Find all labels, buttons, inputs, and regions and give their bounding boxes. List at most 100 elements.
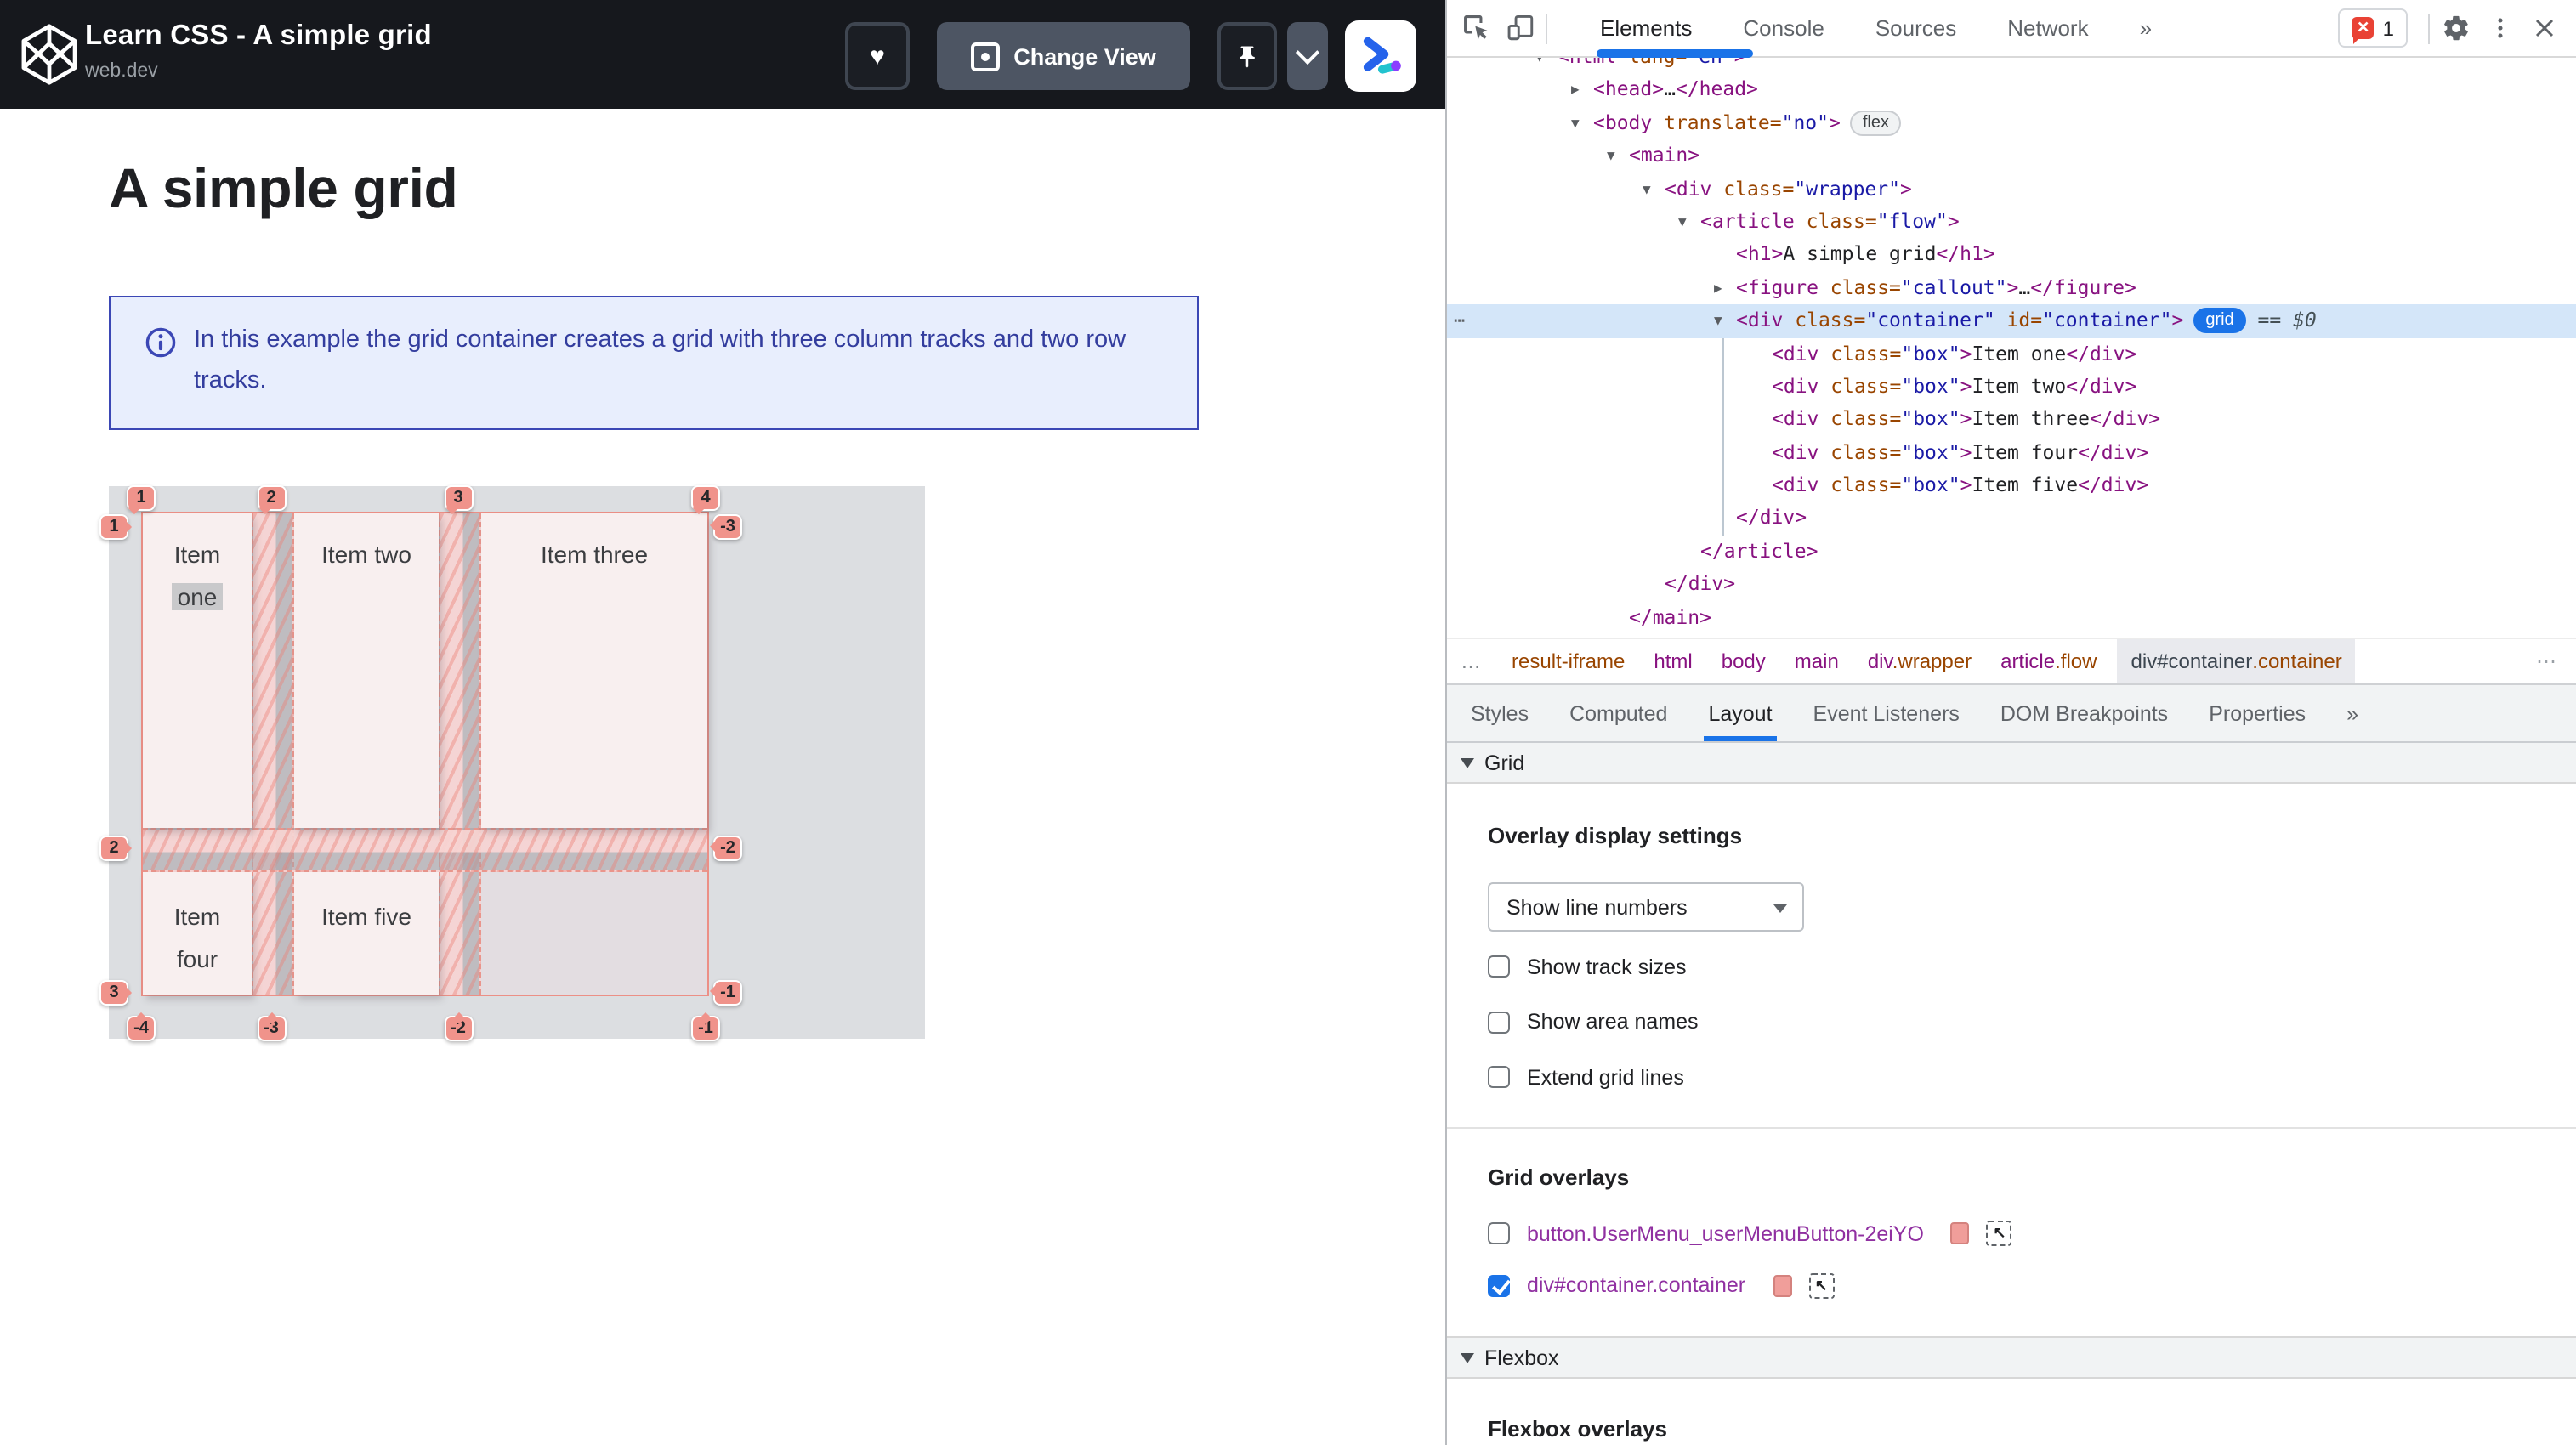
breadcrumb-more-right[interactable]: ⋯ — [2536, 649, 2559, 673]
chevron-down-icon — [1773, 904, 1787, 913]
dom-tree-row[interactable]: ▼ <main> — [1447, 139, 2576, 173]
codepen-logo-icon[interactable] — [17, 22, 82, 87]
checkbox[interactable] — [1488, 955, 1510, 978]
dom-tree-row[interactable]: </article> — [1447, 536, 2576, 569]
chevron-down-icon — [1461, 1352, 1474, 1363]
dom-tree-row[interactable]: <div class="box">Item one</div> — [1447, 337, 2576, 371]
dom-tree-row[interactable]: </div> — [1447, 569, 2576, 602]
checkbox[interactable] — [1488, 1011, 1510, 1033]
dom-tree-row[interactable]: ▶ <figure class="callout">…</figure> — [1447, 271, 2576, 304]
checkbox-show-area-names[interactable]: Show area names — [1488, 1009, 1699, 1034]
kebab-menu-icon[interactable] — [2477, 6, 2522, 50]
node-more-actions[interactable]: ⋯ — [1454, 304, 1467, 337]
expand-arrow-icon[interactable]: ▼ — [1607, 139, 1629, 173]
grid-line-badge: -2 — [444, 1016, 473, 1041]
flexbox-section-header[interactable]: Flexbox — [1447, 1336, 2576, 1379]
breadcrumb-item[interactable]: article.flow — [2000, 649, 2097, 673]
breadcrumb-item[interactable]: body — [1722, 649, 1766, 673]
grid-line-badge: -1 — [691, 1016, 720, 1041]
expand-arrow-icon[interactable]: ▼ — [1714, 304, 1736, 337]
overlay-checkbox[interactable] — [1488, 1222, 1510, 1244]
overlay-selector-label[interactable]: button.UserMenu_userMenuButton-2eiYO — [1527, 1221, 1924, 1245]
line-numbers-select[interactable]: Show line numbers — [1488, 882, 1804, 932]
page-title: A simple grid — [109, 156, 458, 219]
breadcrumb-item[interactable]: html — [1654, 649, 1692, 673]
tab-console[interactable]: Console — [1717, 15, 1849, 41]
dom-tree-row[interactable]: </main> — [1447, 601, 2576, 634]
flexbox-section-label: Flexbox — [1484, 1346, 1559, 1369]
grid-row-gap — [143, 828, 707, 872]
pick-element-icon[interactable]: ↖ — [1808, 1272, 1835, 1298]
overlay-selector-label[interactable]: div#container.container — [1527, 1273, 1745, 1297]
dom-tree-row[interactable]: ▼ <body translate="no"> flex — [1447, 107, 2576, 140]
pin-icon — [1240, 45, 1255, 67]
dom-tree-row[interactable]: <div class="box">Item five</div> — [1447, 469, 2576, 502]
expand-arrow-icon[interactable]: ▶ — [1714, 271, 1736, 304]
more-options-button[interactable] — [1287, 22, 1328, 90]
close-icon[interactable] — [2522, 6, 2566, 50]
tab-eventlisteners[interactable]: Event Listeners — [1793, 685, 1980, 741]
dom-tree-row[interactable]: ▼ <article class="flow"> — [1447, 206, 2576, 239]
toolbar-separator-2 — [2428, 13, 2430, 43]
inspect-icon[interactable] — [1454, 6, 1498, 50]
tab-elements[interactable]: Elements — [1575, 15, 1717, 41]
error-count: 1 — [2382, 16, 2394, 40]
pick-element-icon[interactable]: ↖ — [1986, 1221, 2012, 1246]
breadcrumb-more-left[interactable]: … — [1461, 649, 1483, 673]
expand-arrow-icon[interactable]: ▼ — [1571, 107, 1593, 140]
dom-tree-row[interactable]: ▶ <head>…</head> — [1447, 74, 2576, 107]
checkbox-extend-grid-lines[interactable]: Extend grid lines — [1488, 1064, 1684, 1090]
grid-section-label: Grid — [1484, 751, 1525, 774]
embed-subtitle[interactable]: web.dev — [85, 61, 158, 82]
select-value: Show line numbers — [1506, 895, 1688, 919]
dom-tree-row[interactable]: </div> — [1447, 502, 2576, 536]
tab-network[interactable]: Network — [1982, 15, 2114, 41]
error-count-badge[interactable]: ✕ 1 — [2338, 8, 2408, 48]
breadcrumb-item[interactable]: div.wrapper — [1868, 649, 1972, 673]
partner-logo-button[interactable] — [1345, 20, 1416, 92]
checkbox-show-track-sizes[interactable]: Show track sizes — [1488, 954, 1687, 979]
dom-tree-row[interactable]: <div class="box">Item four</div> — [1447, 436, 2576, 469]
tab-sources[interactable]: Sources — [1850, 15, 1982, 41]
grid-item-item-five: Item five — [294, 872, 439, 994]
dom-tree-row[interactable]: ▼ <div class="wrapper"> — [1447, 173, 2576, 206]
dom-tree-row[interactable]: <div class="box">Item three</div> — [1447, 404, 2576, 437]
tab-[interactable]: » — [2114, 15, 2177, 41]
tab-dombreakpoints[interactable]: DOM Breakpoints — [1980, 685, 2188, 741]
expand-arrow-icon[interactable]: ▼ — [1678, 206, 1700, 239]
grid-section-header[interactable]: Grid — [1447, 743, 2576, 784]
tab-properties[interactable]: Properties — [2188, 685, 2326, 741]
tab-layout[interactable]: Layout — [1688, 685, 1792, 741]
device-toolbar-icon[interactable] — [1498, 6, 1542, 50]
flex-badge[interactable]: flex — [1850, 110, 1901, 136]
overlay-checkbox[interactable] — [1488, 1274, 1510, 1296]
tab-[interactable]: » — [2326, 685, 2379, 741]
grid-column-gap — [252, 513, 294, 994]
breadcrumb-item[interactable]: result-iframe — [1512, 649, 1625, 673]
error-icon: ✕ — [2352, 17, 2375, 44]
change-view-button[interactable]: Change View — [937, 22, 1190, 90]
overlay-color-swatch[interactable] — [1773, 1274, 1792, 1296]
expand-arrow-icon[interactable]: ▶ — [1571, 74, 1593, 107]
selected-node-reference: == $0 — [2245, 308, 2317, 332]
dom-tree-row[interactable]: <div class="box">Item two</div> — [1447, 371, 2576, 404]
expand-arrow-icon[interactable]: ▼ — [1643, 173, 1665, 206]
pin-button[interactable] — [1217, 22, 1277, 90]
overlay-color-swatch[interactable] — [1950, 1222, 1970, 1244]
favorite-button[interactable]: ♥ — [845, 22, 910, 90]
dom-tree-row[interactable]: <h1>A simple grid</h1> — [1447, 239, 2576, 272]
gear-icon[interactable] — [2433, 6, 2477, 50]
checkbox[interactable] — [1488, 1066, 1510, 1088]
dom-tree-row[interactable]: ⋯ ▼ <div class="container" id="container">… — [1447, 304, 2576, 338]
grid-badge[interactable]: grid — [2193, 308, 2246, 334]
dom-tree: ▼<html lang="en">▶<head>…</head>▼<body t… — [1447, 41, 2576, 634]
breadcrumb-item[interactable]: div#container .container — [2117, 639, 2356, 683]
overlay-row[interactable]: button.UserMenu_userMenuButton-2eiYO ↖ — [1488, 1221, 2012, 1246]
tab-styles[interactable]: Styles — [1450, 685, 1549, 741]
breadcrumb-item[interactable]: main — [1795, 649, 1839, 673]
tab-computed[interactable]: Computed — [1549, 685, 1688, 741]
devtools-panel: ▼<html lang="en">▶<head>…</head>▼<body t… — [1445, 0, 2576, 1445]
overlay-settings-heading: Overlay display settings — [1488, 823, 1743, 848]
codepen-embed-pane: Learn CSS - A simple grid web.dev ♥ Chan… — [0, 0, 1445, 1445]
overlay-row[interactable]: div#container.container ↖ — [1488, 1272, 1835, 1298]
